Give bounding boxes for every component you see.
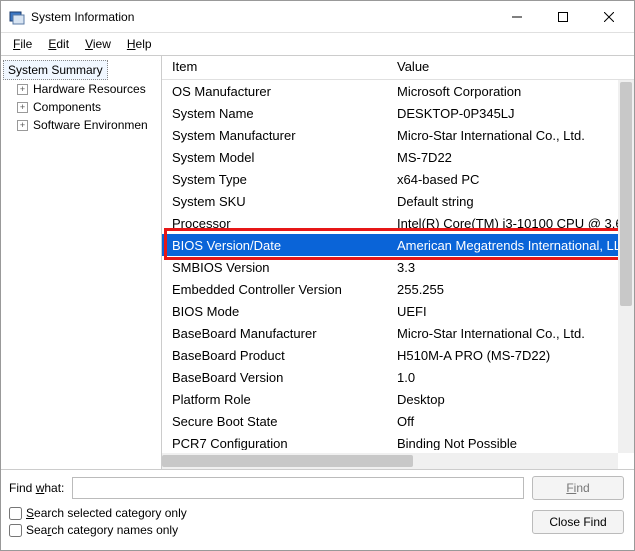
cell-value: Micro-Star International Co., Ltd.	[387, 128, 634, 143]
cell-item: BIOS Mode	[162, 304, 387, 319]
column-header-value[interactable]: Value	[387, 56, 634, 79]
cell-item: Embedded Controller Version	[162, 282, 387, 297]
check-selected-category-box[interactable]	[9, 507, 22, 520]
horizontal-scrollbar[interactable]	[162, 453, 618, 469]
cell-value: Intel(R) Core(TM) i3-10100 CPU @ 3.60GHz	[387, 216, 634, 231]
table-row[interactable]: BIOS ModeUEFI	[162, 300, 634, 322]
app-icon	[9, 9, 25, 25]
cell-item: OS Manufacturer	[162, 84, 387, 99]
tree-root-system-summary[interactable]: System Summary	[3, 60, 108, 80]
column-header-item[interactable]: Item	[162, 56, 387, 79]
cell-item: BaseBoard Version	[162, 370, 387, 385]
tree-item-label: Components	[33, 100, 101, 114]
table-row[interactable]: OS ManufacturerMicrosoft Corporation	[162, 80, 634, 102]
menu-file[interactable]: File	[5, 35, 40, 53]
close-button[interactable]	[586, 2, 632, 32]
table-row[interactable]: System ManufacturerMicro-Star Internatio…	[162, 124, 634, 146]
table-row[interactable]: System SKUDefault string	[162, 190, 634, 212]
cell-item: System Type	[162, 172, 387, 187]
table-row[interactable]: System ModelMS-7D22	[162, 146, 634, 168]
table-row[interactable]: BIOS Version/DateAmerican Megatrends Int…	[162, 234, 634, 256]
check-category-names-box[interactable]	[9, 524, 22, 537]
cell-item: SMBIOS Version	[162, 260, 387, 275]
menu-view[interactable]: View	[77, 35, 119, 53]
titlebar[interactable]: System Information	[1, 1, 634, 33]
cell-value: Default string	[387, 194, 634, 209]
cell-item: BaseBoard Manufacturer	[162, 326, 387, 341]
tree-item[interactable]: + Hardware Resources	[3, 80, 159, 98]
table-row[interactable]: BaseBoard Version1.0	[162, 366, 634, 388]
cell-value: Microsoft Corporation	[387, 84, 634, 99]
cell-item: System Name	[162, 106, 387, 121]
find-input[interactable]	[72, 477, 524, 499]
menu-edit[interactable]: Edit	[40, 35, 77, 53]
expand-icon[interactable]: +	[17, 120, 28, 131]
table-row[interactable]: System Typex64-based PC	[162, 168, 634, 190]
cell-value: UEFI	[387, 304, 634, 319]
cell-item: Platform Role	[162, 392, 387, 407]
cell-value: 255.255	[387, 282, 634, 297]
tree-item-label: Hardware Resources	[33, 82, 146, 96]
table-row[interactable]: Secure Boot StateOff	[162, 410, 634, 432]
maximize-button[interactable]	[540, 2, 586, 32]
cell-value: Micro-Star International Co., Ltd.	[387, 326, 634, 341]
cell-value: Off	[387, 414, 634, 429]
menu-help[interactable]: Help	[119, 35, 160, 53]
find-label: Find what:	[9, 481, 64, 495]
window-title: System Information	[31, 10, 494, 24]
cell-item: System Manufacturer	[162, 128, 387, 143]
close-find-button[interactable]: Close Find	[532, 510, 624, 534]
cell-item: Processor	[162, 216, 387, 231]
cell-value: 1.0	[387, 370, 634, 385]
check-category-names[interactable]: Search category names only	[9, 523, 187, 537]
category-tree[interactable]: System Summary + Hardware Resources + Compo…	[1, 56, 162, 469]
cell-item: PCR7 Configuration	[162, 436, 387, 451]
menubar: File Edit View Help	[1, 33, 634, 55]
tree-item-label: Software Environmen	[33, 118, 148, 132]
expand-icon[interactable]: +	[17, 84, 28, 95]
cell-value: Binding Not Possible	[387, 436, 634, 451]
cell-value: 3.3	[387, 260, 634, 275]
vertical-scrollbar[interactable]	[618, 80, 634, 453]
cell-value: MS-7D22	[387, 150, 634, 165]
table-row[interactable]: BaseBoard ProductH510M-A PRO (MS-7D22)	[162, 344, 634, 366]
table-row[interactable]: SMBIOS Version3.3	[162, 256, 634, 278]
horizontal-scroll-thumb[interactable]	[162, 455, 413, 467]
cell-item: System SKU	[162, 194, 387, 209]
expand-icon[interactable]: +	[17, 102, 28, 113]
cell-item: System Model	[162, 150, 387, 165]
cell-value: H510M-A PRO (MS-7D22)	[387, 348, 634, 363]
cell-item: BIOS Version/Date	[162, 238, 387, 253]
cell-value: Desktop	[387, 392, 634, 407]
table-row[interactable]: Embedded Controller Version255.255	[162, 278, 634, 300]
table-row[interactable]: Platform RoleDesktop	[162, 388, 634, 410]
tree-item[interactable]: + Components	[3, 98, 159, 116]
table-row[interactable]: System NameDESKTOP-0P345LJ	[162, 102, 634, 124]
minimize-button[interactable]	[494, 2, 540, 32]
cell-value: DESKTOP-0P345LJ	[387, 106, 634, 121]
table-row[interactable]: PCR7 ConfigurationBinding Not Possible	[162, 432, 634, 450]
find-button[interactable]: Find	[532, 476, 624, 500]
detail-pane: Item Value OS ManufacturerMicrosoft Corp…	[162, 56, 634, 469]
tree-item[interactable]: + Software Environmen	[3, 116, 159, 134]
cell-value: American Megatrends International, LLC. …	[387, 238, 634, 253]
vertical-scroll-thumb[interactable]	[620, 82, 632, 306]
search-panel: Find what: Find Search selected category…	[1, 470, 634, 541]
content-area: System Summary + Hardware Resources + Compo…	[1, 55, 634, 470]
table-row[interactable]: ProcessorIntel(R) Core(TM) i3-10100 CPU …	[162, 212, 634, 234]
column-headers[interactable]: Item Value	[162, 56, 634, 80]
table-row[interactable]: BaseBoard ManufacturerMicro-Star Interna…	[162, 322, 634, 344]
cell-value: x64-based PC	[387, 172, 634, 187]
cell-item: Secure Boot State	[162, 414, 387, 429]
cell-item: BaseBoard Product	[162, 348, 387, 363]
check-selected-category[interactable]: Search selected category only	[9, 506, 187, 520]
detail-list[interactable]: OS ManufacturerMicrosoft CorporationSyst…	[162, 80, 634, 450]
